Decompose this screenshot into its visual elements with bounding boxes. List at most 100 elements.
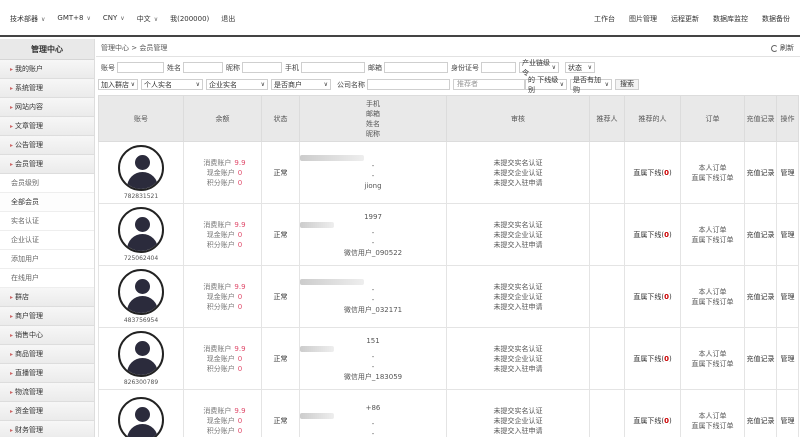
sidebar-group-14[interactable]: ▸ 销售中心 — [0, 326, 94, 345]
sidebar-sub-item-6[interactable]: 会员级别 — [0, 174, 94, 193]
filter-select-6[interactable]: 产业链级令 ∨ — [519, 59, 559, 77]
filter-input-5[interactable] — [481, 62, 516, 73]
order-link[interactable]: 本人订单 — [681, 411, 744, 421]
topbar-menu-2[interactable]: CNY ∨ — [103, 14, 125, 24]
sidebar-group-15[interactable]: ▸ 商品管理 — [0, 345, 94, 364]
topbar-menu-5[interactable]: 退出 — [221, 14, 235, 24]
manage-link[interactable]: 管理 — [776, 203, 799, 266]
sidebar-group-0[interactable]: ▸ 我的账户 — [0, 60, 94, 79]
order-link[interactable]: 本人订单 — [681, 287, 744, 297]
sidebar-group-12[interactable]: ▸ 群店 — [0, 288, 94, 307]
audit-status[interactable]: 未提交入驻申请 — [447, 364, 589, 374]
manage-link[interactable]: 管理 — [776, 389, 799, 437]
sidebar-group-18[interactable]: ▸ 资金管理 — [0, 402, 94, 421]
recharge-link[interactable]: 充值记录 — [744, 141, 777, 204]
downline-select[interactable]: 的 下线级别 ∨ — [525, 76, 567, 94]
account-id[interactable]: 782831521 — [99, 193, 183, 200]
audit-status[interactable]: 未提交企业认证 — [447, 292, 589, 302]
topbar-menu-0[interactable]: 技术部器 ∨ — [10, 14, 45, 24]
order-link[interactable]: 直属下线订单 — [681, 173, 744, 183]
filter-input-1[interactable] — [183, 62, 223, 73]
avatar-icon[interactable] — [118, 269, 164, 315]
filter-select-label: 企业实名 — [209, 80, 237, 89]
filter2-select-1[interactable]: 个人实名 ∨ — [141, 79, 203, 90]
avatar-icon[interactable] — [118, 331, 164, 377]
audit-status[interactable]: 未提交入驻申请 — [447, 302, 589, 312]
sidebar-group-5[interactable]: ▸ 会员管理 — [0, 155, 94, 174]
breadcrumb-text[interactable]: 管理中心 > 会员管理 — [101, 44, 167, 52]
order-link[interactable]: 直属下线订单 — [681, 297, 744, 307]
sidebar-sub-item-10[interactable]: 添加用户 — [0, 250, 94, 269]
audit-status[interactable]: 未提交实名认证 — [447, 282, 589, 292]
sidebar-group-1[interactable]: ▸ 系统管理 — [0, 79, 94, 98]
filter2-select-2[interactable]: 企业实名 ∨ — [206, 79, 268, 90]
sidebar-group-19[interactable]: ▸ 财务管理 — [0, 421, 94, 437]
order-link[interactable]: 本人订单 — [681, 225, 744, 235]
audit-status[interactable]: 未提交实名认证 — [447, 158, 589, 168]
audit-status[interactable]: 未提交入驻申请 — [447, 426, 589, 436]
topbar-menu-3[interactable]: 中文 ∨ — [137, 14, 158, 24]
topbar-menu-1[interactable]: GMT+8 ∨ — [57, 14, 90, 24]
sidebar-sub-item-7[interactable]: 全部会员 — [0, 193, 94, 212]
sidebar-group-4[interactable]: ▸ 公告管理 — [0, 136, 94, 155]
order-link[interactable]: 直属下线订单 — [681, 421, 744, 431]
referrer-input[interactable]: 推荐者 — [453, 79, 525, 90]
audit-status[interactable]: 未提交企业认证 — [447, 354, 589, 364]
order-link[interactable]: 直属下线订单 — [681, 235, 744, 245]
order-link[interactable]: 本人订单 — [681, 163, 744, 173]
recharge-link[interactable]: 充值记录 — [744, 265, 777, 328]
account-id[interactable]: 826300789 — [99, 379, 183, 386]
referred-link[interactable]: 直属下线(0) — [633, 417, 671, 425]
filter-input-2[interactable] — [242, 62, 282, 73]
audit-status[interactable]: 未提交入驻申请 — [447, 240, 589, 250]
account-id[interactable]: 483756954 — [99, 317, 183, 324]
order-link[interactable]: 直属下线订单 — [681, 359, 744, 369]
recharge-link[interactable]: 充值记录 — [744, 389, 777, 437]
sidebar-group-17[interactable]: ▸ 物流管理 — [0, 383, 94, 402]
topbar-link-0[interactable]: 工作台 — [594, 14, 615, 24]
topbar-link-1[interactable]: 图片管理 — [629, 14, 657, 24]
recharge-link[interactable]: 充值记录 — [744, 203, 777, 266]
referred-link[interactable]: 直属下线(0) — [633, 293, 671, 301]
recharge-link[interactable]: 充值记录 — [744, 327, 777, 390]
filter-input-3[interactable] — [301, 62, 365, 73]
avatar-icon[interactable] — [118, 145, 164, 191]
order-link[interactable]: 本人订单 — [681, 349, 744, 359]
manage-link[interactable]: 管理 — [776, 265, 799, 328]
filter-select-7[interactable]: 状态 ∨ — [565, 62, 595, 73]
audit-status[interactable]: 未提交企业认证 — [447, 168, 589, 178]
sidebar-group-3[interactable]: ▸ 文章管理 — [0, 117, 94, 136]
audit-status[interactable]: 未提交实名认证 — [447, 406, 589, 416]
avatar-icon[interactable] — [118, 207, 164, 253]
audit-status[interactable]: 未提交实名认证 — [447, 344, 589, 354]
filter-input-0[interactable] — [117, 62, 164, 73]
topbar-link-3[interactable]: 数据库监控 — [713, 14, 748, 24]
audit-status[interactable]: 未提交入驻申请 — [447, 178, 589, 188]
sidebar-sub-item-11[interactable]: 在线用户 — [0, 269, 94, 288]
search-button[interactable]: 搜索 — [615, 79, 639, 90]
sidebar-group-13[interactable]: ▸ 商户管理 — [0, 307, 94, 326]
topbar-link-2[interactable]: 远程更新 — [671, 14, 699, 24]
manage-link[interactable]: 管理 — [776, 141, 799, 204]
avatar-icon[interactable] — [118, 396, 164, 437]
audit-status[interactable]: 未提交实名认证 — [447, 220, 589, 230]
filter-input-4[interactable] — [384, 62, 448, 73]
filter2-select-0[interactable]: 加入群店 ∨ — [98, 79, 138, 90]
referred-link[interactable]: 直属下线(0) — [633, 231, 671, 239]
sidebar-group-16[interactable]: ▸ 直播管理 — [0, 364, 94, 383]
audit-status[interactable]: 未提交企业认证 — [447, 416, 589, 426]
sidebar-sub-item-8[interactable]: 实名认证 — [0, 212, 94, 231]
company-input[interactable] — [367, 79, 450, 90]
account-id[interactable]: 725062404 — [99, 255, 183, 262]
filter2-select-3[interactable]: 是否商户 ∨ — [271, 79, 331, 90]
purchase-select[interactable]: 是否有加购 ∨ — [570, 76, 612, 94]
referred-link[interactable]: 直属下线(0) — [633, 169, 671, 177]
refresh-button[interactable]: 刷新 — [771, 43, 794, 53]
manage-link[interactable]: 管理 — [776, 327, 799, 390]
audit-status[interactable]: 未提交企业认证 — [447, 230, 589, 240]
sidebar-group-2[interactable]: ▸ 网站内容 — [0, 98, 94, 117]
topbar-menu-4[interactable]: 我(200000) — [170, 14, 209, 24]
topbar-link-4[interactable]: 数据备份 — [762, 14, 790, 24]
sidebar-sub-item-9[interactable]: 企业认证 — [0, 231, 94, 250]
referred-link[interactable]: 直属下线(0) — [633, 355, 671, 363]
